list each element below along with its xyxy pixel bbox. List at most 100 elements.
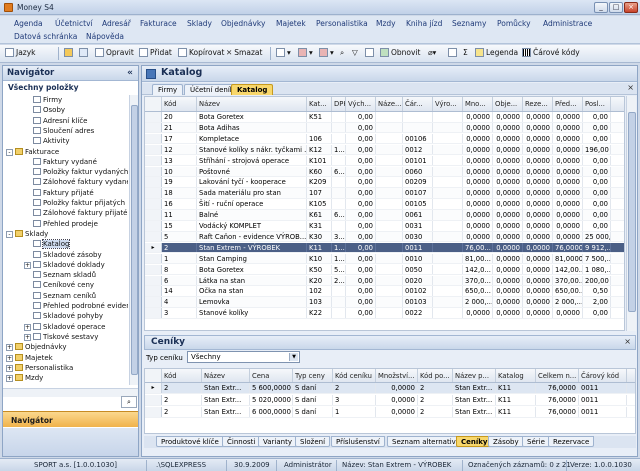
tree-item[interactable]: Seznam ceníků [33, 291, 96, 301]
column-header[interactable]: Katalog [496, 369, 536, 382]
search-icon[interactable]: ⌕ [121, 396, 137, 408]
tree-item[interactable]: Aktivity [33, 136, 70, 146]
barcodes-button[interactable]: Čárové kódy [522, 48, 580, 57]
row-selector[interactable] [145, 308, 162, 318]
column-header[interactable]: Cena [250, 369, 293, 382]
table-row[interactable]: 12 Stanové kolíky s nákr. tyčkami ... K12 1… [145, 144, 624, 156]
tree-item[interactable]: Zálohové faktury vydané [33, 177, 128, 187]
tree-item[interactable]: + Skladové operace [24, 322, 106, 332]
column-header[interactable]: Kód [162, 97, 197, 111]
expand-icon[interactable]: + [24, 333, 31, 341]
row-selector[interactable] [145, 264, 162, 275]
row-selector[interactable] [145, 166, 162, 176]
table-row[interactable]: 2 Stan Extr... 5 020,0000 S daní 3 0,0000 2 Sta… [145, 395, 635, 406]
menu-napoveda[interactable]: Nápověda [86, 32, 124, 41]
edit-button[interactable]: Opravit [95, 48, 134, 57]
notes-button[interactable] [448, 48, 459, 57]
row-selector[interactable] [145, 133, 162, 144]
tree-item[interactable]: Přehled podrobné evidence [33, 301, 128, 311]
table-row[interactable]: 11 Balné K61 6... 0,00 0061 0,0000 0,0000 0,0000… [145, 210, 624, 221]
table-row[interactable]: 19 Lakování tyčí - kooperace K209 0,00 00209… [145, 177, 624, 188]
table-row[interactable]: 1 Stan Camping K10 1... 0,00 0010 81,00... 0,00… [145, 253, 624, 265]
tree-item[interactable]: Adresní klíče [33, 116, 88, 126]
tree-item[interactable]: Položky faktur přijatých [33, 198, 125, 208]
table-row[interactable]: 5 Raft Caňon - evidence VÝROB... K30 3... 0,… [145, 231, 624, 243]
menu-agenda[interactable]: Agenda [14, 19, 43, 28]
tree-item[interactable]: - Sklady [6, 229, 48, 239]
tree-item[interactable]: Skladové zásoby [33, 250, 102, 260]
row-selector[interactable] [145, 395, 162, 405]
row-selector[interactable] [145, 122, 162, 133]
menu-mzdy[interactable]: Mzdy [376, 19, 396, 28]
table-row[interactable]: 8 Bota Goretex K50 5... 0,00 0050 142,0... 0,00… [145, 264, 624, 276]
row-selector[interactable] [145, 144, 162, 155]
collapse-icon[interactable]: - [6, 148, 13, 156]
menu-objednavky[interactable]: Objednávky [221, 19, 265, 28]
row-selector[interactable] [145, 210, 162, 220]
export-button[interactable]: ▾ [298, 48, 313, 57]
row-selector[interactable]: ▸ [145, 383, 162, 393]
row-selector[interactable] [145, 177, 162, 187]
language-button[interactable]: Jazyk [5, 48, 36, 57]
catalog-scrollbar[interactable] [626, 96, 636, 331]
table-row[interactable]: 17 Kompletace 106 0,00 00106 0,0000 0,0000 0,00… [145, 133, 624, 145]
tree-item[interactable]: Faktury vydané [33, 157, 97, 167]
tree-item[interactable]: - Fakturace [6, 147, 59, 157]
table-row[interactable]: 6 Látka na stan K20 2... 0,00 0020 370,0... 0,0… [145, 275, 624, 286]
tree-item[interactable]: + Personalistika [6, 363, 73, 373]
row-selector[interactable] [145, 188, 162, 198]
print-button[interactable]: ▾ [276, 48, 291, 57]
column-header[interactable]: Kód ceníku [333, 369, 376, 382]
expand-icon[interactable]: + [24, 261, 31, 269]
expand-icon[interactable]: + [24, 323, 31, 331]
tab-katalog[interactable]: Katalog [231, 84, 274, 95]
grid-view-button[interactable] [64, 48, 75, 57]
table-row[interactable]: ▸ 2 Stan Extr... 5 600,0000 S daní 2 0,0000 2 St… [145, 383, 635, 394]
column-header[interactable]: Čár... [403, 97, 433, 111]
tab-5[interactable]: Seznam alternativ [387, 436, 461, 447]
row-selector[interactable] [145, 221, 162, 231]
filter-button[interactable]: ▽ [352, 48, 358, 57]
row-selector[interactable] [145, 286, 162, 296]
tree-item[interactable]: Položky faktur vydaných [33, 167, 128, 177]
menu-sklady[interactable]: Sklady [187, 19, 212, 28]
menu-kniha-jizd[interactable]: Kniha jízd [406, 19, 442, 28]
menu-ucetnictvi[interactable]: Účetnictví [55, 19, 93, 28]
tab-0[interactable]: Produktové klíče [156, 436, 224, 447]
minimize-button[interactable]: _ [594, 2, 608, 13]
catalog-scroll-thumb[interactable] [628, 112, 636, 312]
row-selector[interactable] [145, 199, 162, 209]
table-row[interactable]: 3 Stanové kolíky K22 0,00 0022 0,0000 0,0000 0,… [145, 308, 624, 319]
copy-button[interactable]: Kopírovat [178, 48, 224, 57]
menu-pomucky[interactable]: Pomůcky [497, 19, 531, 28]
column-header[interactable]: Mno... [463, 97, 493, 111]
table-row[interactable]: 18 Sada materiálu pro stan 107 0,00 00107 0,0… [145, 188, 624, 199]
tree-item[interactable]: Skladové pohyby [33, 311, 103, 321]
tree-horizontal-scrollbar[interactable] [3, 388, 138, 397]
collapse-icon[interactable]: « [127, 68, 133, 78]
tab-1[interactable]: Činnosti [222, 436, 261, 447]
table-row[interactable]: 2 Stan Extr... 6 000,0000 S daní 1 0,0000 2 Sta… [145, 407, 635, 418]
row-selector[interactable] [145, 407, 162, 417]
menu-administrace[interactable]: Administrace [543, 19, 592, 28]
table-row[interactable]: 14 Očka na stan 102 0,00 00102 650,0... 0,0000… [145, 286, 624, 297]
column-header[interactable]: Kód po... [418, 369, 453, 382]
table-row[interactable]: 10 Poštovné K60 6... 0,00 0060 0,0000 0,0000 0,0… [145, 166, 624, 177]
tree-item[interactable]: Firmy [33, 95, 62, 105]
tab-8[interactable]: Série [522, 436, 550, 447]
tree-item[interactable]: Sloučení adres [33, 126, 94, 136]
column-header[interactable]: Reze... [523, 97, 553, 111]
column-header[interactable]: Před... [553, 97, 583, 111]
refresh-button[interactable]: Obnovit [380, 48, 420, 57]
expand-icon[interactable]: + [6, 344, 13, 352]
column-header[interactable]: Název [197, 97, 307, 111]
expand-icon[interactable]: + [6, 375, 13, 383]
column-header[interactable]: Kat... [307, 97, 332, 111]
close-tab-icon[interactable]: × [627, 83, 634, 92]
table-row[interactable]: ▸ 2 Stan Extrem - VÝROBEK K11 1... 0,00 0011 76… [145, 242, 624, 254]
column-header[interactable]: Čárový kód [579, 369, 627, 382]
tree-item[interactable]: Seznam skladů [33, 270, 96, 280]
tree-scroll-thumb[interactable] [131, 105, 138, 375]
sum-button[interactable]: Σ [463, 48, 468, 57]
tab-7[interactable]: Zásoby [488, 436, 524, 447]
